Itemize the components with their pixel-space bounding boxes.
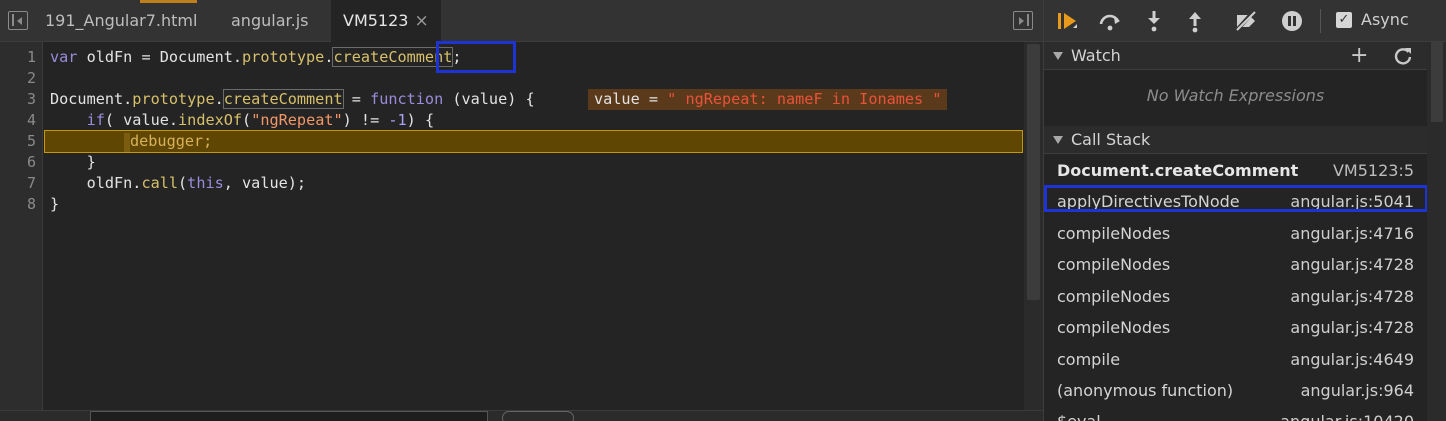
line-number[interactable]: 1 [6, 47, 36, 68]
frame-name: compileNodes [1057, 287, 1171, 306]
tab-191-angular7-html[interactable]: 191_Angular7.html [33, 0, 209, 42]
footer-button[interactable] [502, 411, 574, 421]
line-number[interactable]: 8 [6, 194, 36, 215]
frame-name: $eval [1057, 406, 1101, 421]
call-frame-2[interactable]: compileNodes angular.js:4716 [1044, 218, 1427, 249]
call-frame-6[interactable]: compile angular.js:4649 [1044, 344, 1427, 375]
toggle-debugger-icon[interactable] [1013, 11, 1033, 30]
watch-section-header[interactable]: Watch + [1044, 42, 1427, 70]
watch-title: Watch [1071, 46, 1121, 65]
frame-name: compile [1057, 350, 1121, 369]
inline-variable-value: value = " ngRepeat: nameF in Ionames " [588, 89, 948, 110]
tab-label: 191_Angular7.html [45, 11, 198, 30]
code-line-4: if( value.indexOf("ngRepeat") != -1) { [50, 111, 435, 129]
code-line-5: debugger; [130, 132, 213, 150]
async-label: Async [1361, 10, 1409, 29]
line-number[interactable]: 5 [6, 131, 36, 152]
async-checkbox[interactable]: ✓ [1336, 12, 1352, 28]
call-frame-7[interactable]: (anonymous function) angular.js:964 [1044, 375, 1427, 406]
tab-label: VM5123 [343, 11, 409, 30]
add-watch-icon[interactable]: + [1350, 43, 1368, 68]
frame-name: Document.createComment [1057, 161, 1299, 180]
call-frame-5[interactable]: compileNodes angular.js:4728 [1044, 312, 1427, 343]
frame-name: (anonymous function) [1057, 381, 1234, 400]
code-line-8: } [50, 195, 60, 213]
resume-icon[interactable] [1056, 9, 1080, 33]
frame-location[interactable]: angular.js:10420 [1280, 406, 1414, 421]
tab-label: angular.js [231, 11, 309, 30]
pause-on-exceptions-icon[interactable] [1280, 9, 1304, 33]
call-frame-8[interactable]: $eval angular.js:10420 [1044, 406, 1427, 421]
step-into-icon[interactable] [1142, 9, 1166, 33]
collapse-triangle-icon[interactable] [1053, 52, 1063, 60]
code-line-6: } [50, 153, 96, 171]
toggle-navigator-icon[interactable] [8, 11, 28, 30]
frame-location[interactable]: angular.js:964 [1301, 375, 1414, 406]
footer-input[interactable] [90, 411, 488, 421]
line-number[interactable]: 2 [6, 68, 36, 89]
collapse-triangle-icon[interactable] [1053, 136, 1063, 144]
editor-pane: 191_Angular7.html angular.js VM5123 × 1 2… [0, 0, 1043, 421]
code-editor[interactable]: var oldFn = Document.prototype.createCom… [44, 42, 1024, 410]
debugger-toolbar: ✓ Async [1044, 0, 1446, 42]
line-number[interactable]: 4 [6, 110, 36, 131]
code-line-7: oldFn.call(this, value); [50, 174, 307, 192]
close-tab-icon[interactable]: × [414, 0, 428, 42]
deactivate-breakpoints-icon[interactable] [1234, 9, 1258, 33]
annotation-highlight-box [436, 41, 516, 73]
frame-location[interactable]: angular.js:4728 [1290, 312, 1414, 343]
frame-location[interactable]: angular.js:4728 [1290, 281, 1414, 312]
debugger-sidebar: ✓ Async Watch + No Watch Expressions Cal… [1043, 0, 1446, 421]
watch-empty-message: No Watch Expressions [1146, 86, 1325, 105]
frame-name: compileNodes [1057, 224, 1171, 243]
frame-location[interactable]: angular.js:4649 [1290, 344, 1414, 375]
toolbar-divider [1320, 9, 1321, 33]
annotation-highlight-box [1044, 185, 1428, 212]
line-number[interactable]: 3 [6, 89, 36, 110]
line-number-gutter[interactable]: 1 2 3 4 5 6 7 8 [0, 42, 43, 410]
line-number[interactable]: 7 [6, 173, 36, 194]
editor-scrollbar-thumb[interactable] [1027, 44, 1040, 300]
frame-name: compileNodes [1057, 255, 1171, 274]
tab-vm5123[interactable]: VM5123 × [331, 0, 441, 43]
call-frame-4[interactable]: compileNodes angular.js:4728 [1044, 281, 1427, 312]
call-frame-0[interactable]: Document.createComment VM5123:5 [1044, 155, 1427, 186]
refresh-icon[interactable] [1393, 46, 1413, 66]
tab-bar: 191_Angular7.html angular.js VM5123 × [0, 0, 1043, 43]
sidebar-scrollbar[interactable] [1427, 42, 1446, 421]
code-line-3: Document.prototype.createComment = funct… [50, 89, 535, 109]
step-out-icon[interactable] [1183, 9, 1207, 33]
sidebar-scrollbar-thumb[interactable] [1431, 42, 1443, 122]
line-number[interactable]: 6 [6, 152, 36, 173]
frame-location[interactable]: angular.js:4716 [1290, 218, 1414, 249]
call-stack-title: Call Stack [1071, 130, 1151, 149]
step-over-icon[interactable] [1098, 9, 1122, 33]
tab-angular-js[interactable]: angular.js [219, 0, 320, 42]
frame-location[interactable]: VM5123:5 [1333, 155, 1414, 186]
frame-name: compileNodes [1057, 318, 1171, 337]
call-frame-3[interactable]: compileNodes angular.js:4728 [1044, 249, 1427, 280]
call-stack-section-header[interactable]: Call Stack [1044, 126, 1427, 154]
editor-scrollbar[interactable] [1024, 42, 1043, 410]
frame-location[interactable]: angular.js:4728 [1290, 249, 1414, 280]
code-line-1: var oldFn = Document.prototype.createCom… [50, 47, 462, 67]
